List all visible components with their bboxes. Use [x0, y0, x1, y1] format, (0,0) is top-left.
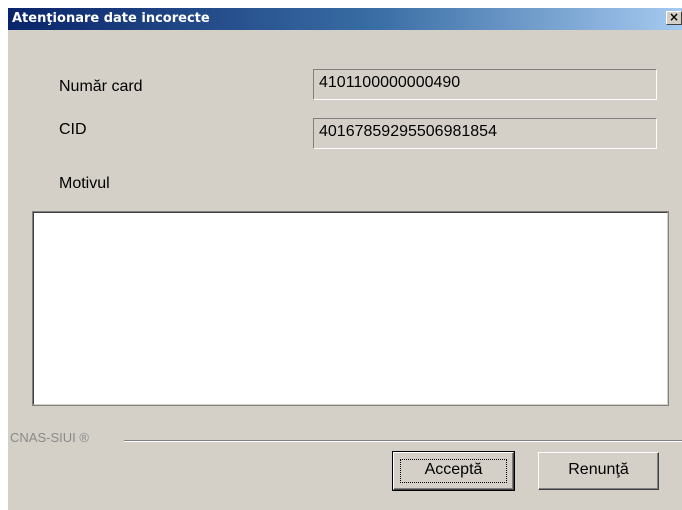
footer-brand: CNAS-SIUI ® — [10, 430, 89, 445]
reason-label: Motivul — [59, 175, 110, 192]
dialog-window: Atenţionare date incorecte × Număr card … — [8, 8, 682, 510]
card-number-label: Număr card — [59, 78, 143, 95]
dialog-title: Atenţionare date incorecte — [12, 11, 210, 26]
close-icon: × — [668, 10, 680, 24]
close-button[interactable]: × — [666, 11, 682, 25]
footer-divider — [124, 440, 682, 442]
cancel-button-label: Renunţă — [568, 461, 629, 478]
card-number-field[interactable]: 4101100000000490 — [313, 69, 657, 100]
title-bar[interactable]: Atenţionare date incorecte × — [8, 8, 682, 30]
focus-ring — [400, 459, 507, 483]
cid-label: CID — [59, 121, 87, 138]
cid-field[interactable]: 40167859295506981854 — [313, 118, 657, 149]
accept-button[interactable]: Acceptă — [392, 451, 515, 491]
cancel-button[interactable]: Renunţă — [538, 452, 659, 490]
reason-textarea[interactable] — [32, 211, 669, 406]
